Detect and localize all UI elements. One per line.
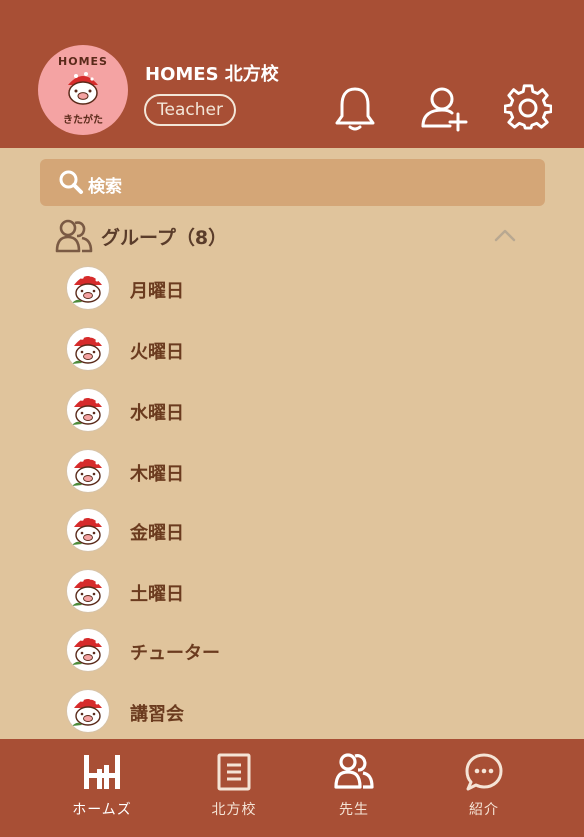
group-avatar xyxy=(66,449,110,493)
group-item-label: チューター xyxy=(130,643,220,664)
chat-bubble-icon xyxy=(465,753,503,791)
pig-mascot-icon xyxy=(72,696,102,726)
bell-icon[interactable] xyxy=(331,84,379,132)
group-item-label: 月曜日 xyxy=(130,281,184,302)
app-header: HOMES きたがた HOMES 北方校 Teacher xyxy=(0,0,584,148)
pig-mascot-icon xyxy=(72,576,102,606)
pig-mascot-icon xyxy=(72,456,102,486)
group-item-label: 木曜日 xyxy=(130,464,184,485)
role-badge: Teacher xyxy=(144,94,236,126)
logo-text-bottom: きたがた xyxy=(63,115,103,126)
group-list-item[interactable]: 講習会 xyxy=(66,689,526,735)
group-item-label: 水曜日 xyxy=(130,403,184,424)
chevron-up-icon[interactable] xyxy=(493,226,517,244)
group-avatar xyxy=(66,569,110,613)
group-item-label: 金曜日 xyxy=(130,523,184,544)
group-list-item[interactable]: 土曜日 xyxy=(66,569,526,615)
group-item-label: 講習会 xyxy=(130,704,184,725)
nav-home[interactable]: ホームズ xyxy=(42,751,162,831)
nav-introduction-label: 紹介 xyxy=(469,802,499,818)
group-icon xyxy=(55,219,93,253)
nav-school[interactable]: 北方校 xyxy=(174,751,294,831)
group-list-item[interactable]: 月曜日 xyxy=(66,266,526,312)
group-avatar xyxy=(66,388,110,432)
nav-teachers[interactable]: 先生 xyxy=(294,751,414,831)
nav-introduction[interactable]: 紹介 xyxy=(424,751,544,831)
pig-mascot-icon xyxy=(72,334,102,364)
document-icon xyxy=(217,753,251,791)
group-avatar xyxy=(66,689,110,733)
pig-mascot-icon xyxy=(68,72,98,105)
school-logo[interactable]: HOMES きたがた xyxy=(38,45,128,135)
group-avatar xyxy=(66,327,110,371)
group-item-label: 火曜日 xyxy=(130,342,184,363)
users-icon xyxy=(334,753,374,789)
school-name: HOMES 北方校 xyxy=(145,64,279,85)
group-avatar xyxy=(66,266,110,310)
home-logo-icon xyxy=(84,755,120,789)
pig-mascot-icon xyxy=(72,635,102,665)
group-avatar xyxy=(66,508,110,552)
search-bar[interactable]: 検索 xyxy=(40,159,545,206)
nav-school-label: 北方校 xyxy=(211,802,257,818)
nav-teachers-label: 先生 xyxy=(339,802,369,818)
pig-mascot-icon xyxy=(72,515,102,545)
gear-icon[interactable] xyxy=(503,84,553,132)
add-user-icon[interactable] xyxy=(420,84,468,132)
group-item-label: 土曜日 xyxy=(130,584,184,605)
group-list-item[interactable]: 金曜日 xyxy=(66,508,526,554)
search-icon xyxy=(59,170,83,194)
nav-home-label: ホームズ xyxy=(72,802,132,818)
pig-mascot-icon xyxy=(72,273,102,303)
group-title: グループ（8） xyxy=(101,227,228,249)
group-section-header[interactable]: グループ（8） xyxy=(55,216,525,256)
group-avatar xyxy=(66,628,110,672)
group-list-item[interactable]: 水曜日 xyxy=(66,388,526,434)
group-list-item[interactable]: 火曜日 xyxy=(66,327,526,373)
pig-mascot-icon xyxy=(72,395,102,425)
group-list-item[interactable]: チューター xyxy=(66,628,526,674)
group-list-item[interactable]: 木曜日 xyxy=(66,449,526,495)
bottom-navigation: ホームズ 北方校 先生 紹介 xyxy=(0,739,584,837)
search-placeholder: 検索 xyxy=(88,177,122,197)
